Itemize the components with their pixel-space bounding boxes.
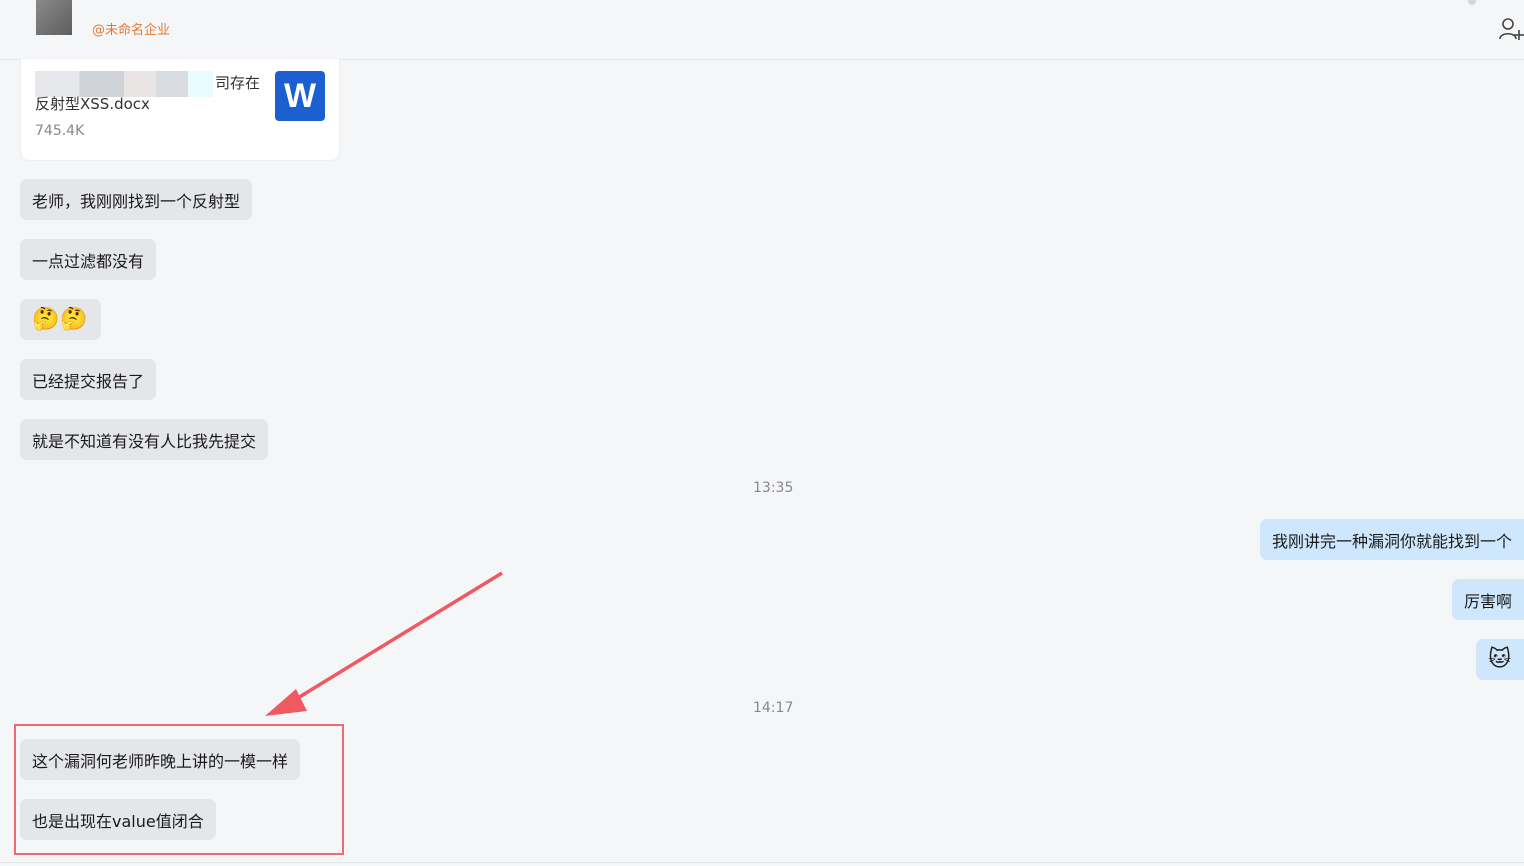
outgoing-message-bubble[interactable]: 我刚讲完一种漏洞你就能找到一个 [1259, 519, 1524, 560]
emoji-message-bubble[interactable]: 🤔🤔 [20, 299, 101, 340]
message-bubble[interactable]: 已经提交报告了 [20, 359, 157, 400]
file-attachment-card[interactable]: 司存在反射型XSS.docx 745.4K W [21, 59, 339, 160]
divider [0, 862, 1524, 863]
avatar[interactable] [36, 0, 72, 35]
message-bubble[interactable]: 一点过滤都没有 [20, 239, 157, 280]
chat-header: @未命名企业 [0, 0, 1524, 60]
file-size: 745.4K [35, 123, 85, 139]
message-bubble[interactable]: 老师，我刚刚找到一个反射型 [20, 179, 253, 220]
org-tag: @未命名企业 [92, 23, 171, 38]
file-name: 司存在反射型XSS.docx [35, 74, 261, 113]
timestamp: 13:35 [753, 480, 794, 496]
add-user-icon[interactable] [1498, 16, 1524, 42]
annotation-highlight-box [14, 724, 344, 855]
timestamp: 14:17 [753, 700, 794, 716]
outgoing-message-bubble[interactable]: 厉害啊 [1451, 579, 1524, 620]
message-bubble[interactable]: 就是不知道有没有人比我先提交 [20, 419, 269, 460]
word-document-icon: W [275, 71, 325, 121]
outgoing-emoji-bubble[interactable]: 🐱 [1476, 639, 1524, 680]
more-icon[interactable] [1468, 0, 1476, 5]
